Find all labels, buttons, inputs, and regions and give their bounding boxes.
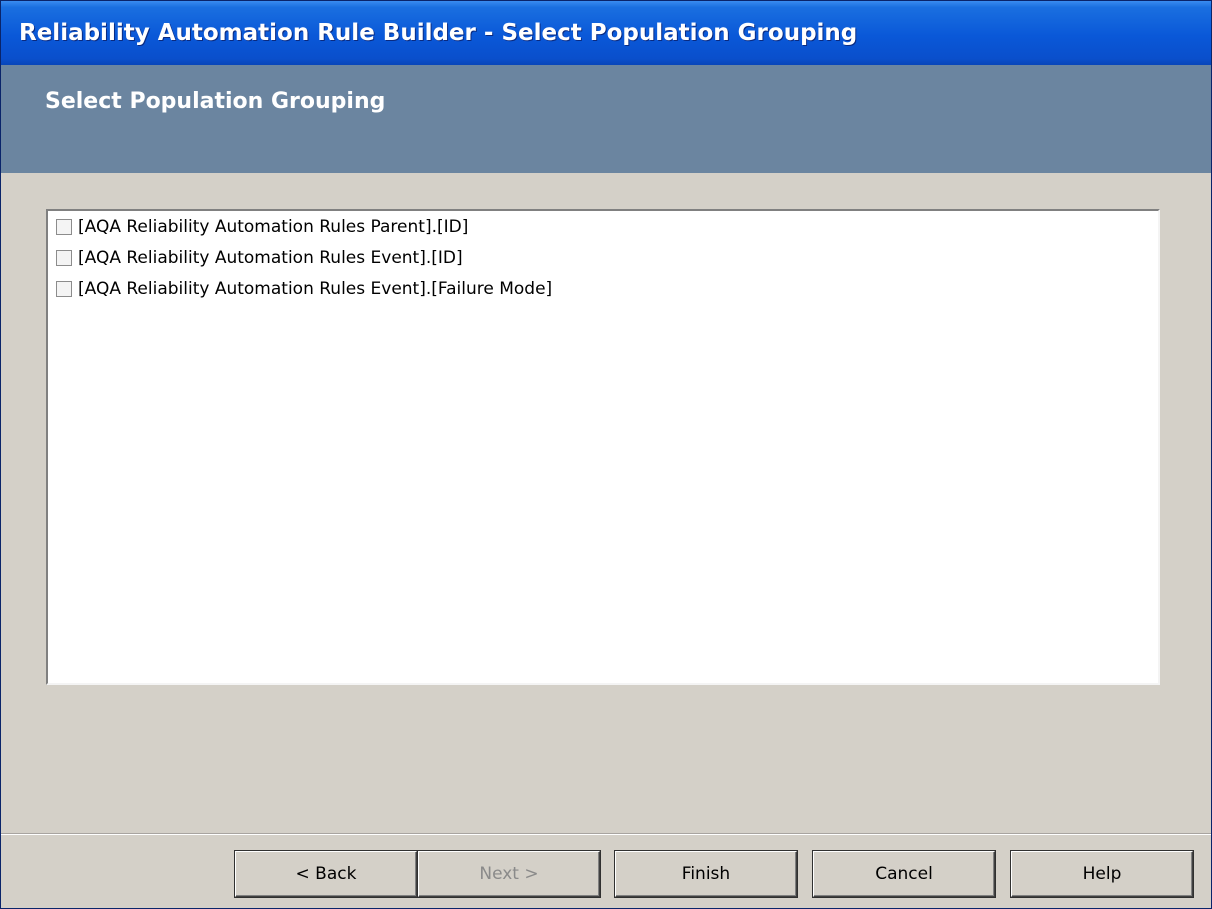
checkbox[interactable] <box>56 219 72 235</box>
next-button[interactable]: Next > <box>417 850 601 898</box>
list-item[interactable]: [AQA Reliability Automation Rules Event]… <box>56 247 463 269</box>
checkbox[interactable] <box>56 250 72 266</box>
list-item-label: [AQA Reliability Automation Rules Parent… <box>78 217 469 237</box>
list-item[interactable]: [AQA Reliability Automation Rules Event]… <box>56 278 552 300</box>
wizard-footer: < Back Next > Finish Cancel Help <box>1 835 1211 908</box>
help-button[interactable]: Help <box>1010 850 1194 898</box>
wizard-content: [AQA Reliability Automation Rules Parent… <box>1 173 1211 831</box>
list-item[interactable]: [AQA Reliability Automation Rules Parent… <box>56 216 468 238</box>
checkbox[interactable] <box>56 281 72 297</box>
list-item-label: [AQA Reliability Automation Rules Event]… <box>78 248 463 268</box>
wizard-window: Reliability Automation Rule Builder - Se… <box>0 0 1212 909</box>
finish-button[interactable]: Finish <box>614 850 798 898</box>
wizard-header: Select Population Grouping <box>1 65 1211 173</box>
window-title: Reliability Automation Rule Builder - Se… <box>19 20 858 46</box>
window-title-bar[interactable]: Reliability Automation Rule Builder - Se… <box>1 1 1211 65</box>
list-item-label: [AQA Reliability Automation Rules Event]… <box>78 279 553 299</box>
cancel-button[interactable]: Cancel <box>812 850 996 898</box>
back-button[interactable]: < Back <box>234 850 418 898</box>
page-title: Select Population Grouping <box>45 89 386 114</box>
population-grouping-list[interactable]: [AQA Reliability Automation Rules Parent… <box>46 209 1160 685</box>
